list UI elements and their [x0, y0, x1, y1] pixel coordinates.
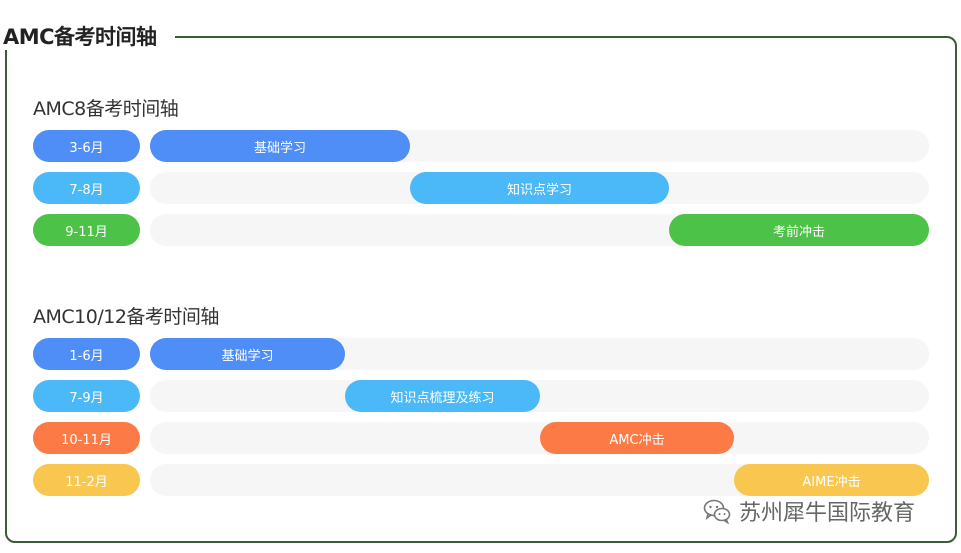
- timeline-track: AMC冲击: [150, 422, 929, 454]
- period-label: 7-9月: [33, 380, 140, 412]
- task-bar: 知识点学习: [410, 172, 669, 204]
- task-bar: 基础学习: [150, 130, 410, 162]
- period-label: 10-11月: [33, 422, 140, 454]
- period-label: 9-11月: [33, 214, 140, 246]
- amc8-row-2: 7-8月 知识点学习: [33, 172, 929, 204]
- timeline-track: 知识点学习: [150, 172, 929, 204]
- timeline-track: AIME冲击: [150, 464, 929, 496]
- timeline-track: 基础学习: [150, 338, 929, 370]
- wechat-icon: [703, 499, 731, 524]
- timeline-track: 基础学习: [150, 130, 929, 162]
- amc1012-row-2: 7-9月 知识点梳理及练习: [33, 380, 929, 412]
- watermark: 苏州犀牛国际教育: [703, 496, 915, 526]
- amc1012-row-1: 1-6月 基础学习: [33, 338, 929, 370]
- main-title-wrap: AMC备考时间轴: [0, 22, 175, 50]
- amc8-row-1: 3-6月 基础学习: [33, 130, 929, 162]
- amc1012-row-4: 11-2月 AIME冲击: [33, 464, 929, 496]
- timeline-track: 知识点梳理及练习: [150, 380, 929, 412]
- amc8-section-title: AMC8备考时间轴: [33, 98, 179, 120]
- task-bar: AMC冲击: [540, 422, 734, 454]
- period-label: 1-6月: [33, 338, 140, 370]
- task-bar: AIME冲击: [734, 464, 929, 496]
- watermark-text: 苏州犀牛国际教育: [739, 501, 916, 526]
- period-label: 11-2月: [33, 464, 140, 496]
- amc1012-row-3: 10-11月 AMC冲击: [33, 422, 929, 454]
- task-bar: 基础学习: [150, 338, 345, 370]
- period-label: 7-8月: [33, 172, 140, 204]
- task-bar: 考前冲击: [669, 214, 929, 246]
- timeline-track: 考前冲击: [150, 214, 929, 246]
- amc8-row-3: 9-11月 考前冲击: [33, 214, 929, 246]
- period-label: 3-6月: [33, 130, 140, 162]
- main-title: AMC备考时间轴: [3, 25, 157, 49]
- task-bar: 知识点梳理及练习: [345, 380, 540, 412]
- amc1012-section-title: AMC10/12备考时间轴: [33, 306, 219, 328]
